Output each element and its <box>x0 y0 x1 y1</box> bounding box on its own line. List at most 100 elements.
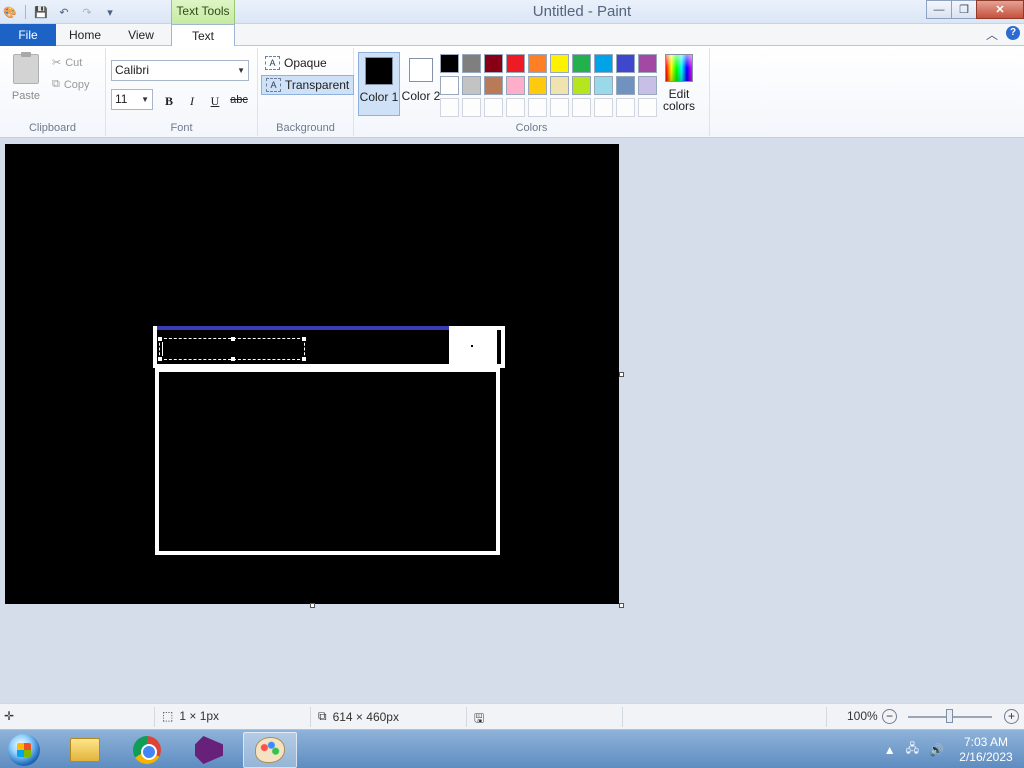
canvas-size: 614 × 460px <box>332 709 399 724</box>
transparent-button[interactable]: A Transparent <box>261 75 355 95</box>
palette-color-swatch[interactable] <box>440 54 459 73</box>
status-divider <box>310 707 311 727</box>
palette-custom-slot[interactable] <box>506 98 525 117</box>
restore-button[interactable]: ❐ <box>951 0 977 19</box>
resize-handle[interactable] <box>302 337 306 341</box>
palette-color-swatch[interactable] <box>484 76 503 95</box>
color1-button[interactable]: Color 1 <box>358 52 400 116</box>
tab-home[interactable]: Home <box>62 24 108 46</box>
palette-color-swatch[interactable] <box>572 54 591 73</box>
font-family-select[interactable]: Calibri ▼ <box>111 60 249 81</box>
palette-color-swatch[interactable] <box>572 76 591 95</box>
palette-custom-slot[interactable] <box>462 98 481 117</box>
taskbar-explorer[interactable] <box>58 732 112 768</box>
cut-button[interactable]: ✂ Cut <box>52 56 82 70</box>
clock[interactable]: 7:03 AM 2/16/2023 <box>954 735 1018 765</box>
font-size-select[interactable]: 11 ▼ <box>111 89 153 110</box>
resize-handle[interactable] <box>231 357 235 361</box>
chevron-down-icon: ▼ <box>237 66 245 75</box>
palette-color-swatch[interactable] <box>594 76 613 95</box>
chrome-icon <box>133 736 161 764</box>
font-size-value: 11 <box>115 92 128 106</box>
palette-custom-slot[interactable] <box>638 98 657 117</box>
paste-button[interactable]: Paste <box>8 52 44 102</box>
palette-custom-slot[interactable] <box>440 98 459 117</box>
edit-colors-button[interactable]: Edit colors <box>659 52 699 112</box>
group-font: Calibri ▼ 11 ▼ B I U abc Font <box>106 48 258 136</box>
show-hidden-icons-icon[interactable]: ▲ <box>884 743 896 757</box>
tab-file[interactable]: File <box>0 24 56 46</box>
status-bar: ✛ ⬚ 1 × 1px ⧉ 614 × 460px 🖫 100% − + <box>0 703 1024 729</box>
palette-color-swatch[interactable] <box>528 76 547 95</box>
palette-color-swatch[interactable] <box>506 54 525 73</box>
canvas-resize-handle-bottom[interactable] <box>310 603 315 608</box>
resize-handle[interactable] <box>158 357 162 361</box>
color1-swatch <box>365 57 393 85</box>
palette-color-swatch[interactable] <box>616 54 635 73</box>
resize-handle[interactable] <box>231 337 235 341</box>
strikethrough-button[interactable]: abc <box>228 94 250 106</box>
palette-color-swatch[interactable] <box>484 54 503 73</box>
palette-custom-slot[interactable] <box>484 98 503 117</box>
help-icon[interactable]: ? <box>1006 26 1020 40</box>
tab-view[interactable]: View <box>118 24 164 46</box>
volume-icon[interactable]: 🔊 <box>929 743 944 757</box>
bold-button[interactable]: B <box>161 94 177 109</box>
palette-color-swatch[interactable] <box>594 54 613 73</box>
ribbon: Paste ✂ Cut ⧉ Copy Clipboard Calibri ▼ 1… <box>0 46 1024 138</box>
palette-color-swatch[interactable] <box>528 54 547 73</box>
palette-color-swatch[interactable] <box>550 76 569 95</box>
edit-colors-label: Edit colors <box>662 87 695 113</box>
copy-icon: ⧉ <box>52 78 60 90</box>
group-clipboard: Paste ✂ Cut ⧉ Copy Clipboard <box>0 48 106 136</box>
palette-custom-slot[interactable] <box>572 98 591 117</box>
copy-label: Copy <box>63 78 90 91</box>
group-label-clipboard: Clipboard <box>28 122 77 134</box>
taskbar-paint[interactable] <box>243 732 297 768</box>
minimize-button[interactable]: — <box>926 0 952 19</box>
palette-color-swatch[interactable] <box>616 76 635 95</box>
group-colors: Color 1 Color 2 Edit colors Colors <box>354 48 710 136</box>
palette-color-swatch[interactable] <box>638 54 657 73</box>
folder-icon <box>70 738 100 762</box>
taskbar-visual-studio[interactable] <box>182 732 236 768</box>
palette-color-swatch[interactable] <box>506 76 525 95</box>
color1-label: Color 1 <box>359 90 399 104</box>
close-button[interactable]: ✕ <box>976 0 1024 19</box>
start-button[interactable] <box>4 732 44 768</box>
scissors-icon: ✂ <box>52 57 62 69</box>
opaque-button[interactable]: A Opaque <box>261 53 331 73</box>
palette-color-swatch[interactable] <box>440 76 459 95</box>
status-divider <box>466 707 467 727</box>
drawing-canvas[interactable] <box>5 144 619 604</box>
network-icon[interactable]: 🖧 <box>906 739 919 760</box>
palette-color-swatch[interactable] <box>638 76 657 95</box>
canvas-size-icon: ⧉ <box>318 709 327 723</box>
resize-handle[interactable] <box>158 337 162 341</box>
color2-button[interactable]: Color 2 <box>400 52 442 116</box>
zoom-out-button[interactable]: − <box>882 709 897 724</box>
resize-handle[interactable] <box>302 357 306 361</box>
zoom-slider-thumb[interactable] <box>946 709 953 723</box>
palette-color-swatch[interactable] <box>462 76 481 95</box>
minimize-ribbon-icon[interactable]: ︿ <box>986 26 998 43</box>
text-input-box[interactable] <box>158 337 306 361</box>
palette-color-swatch[interactable] <box>462 54 481 73</box>
palette-color-swatch[interactable] <box>550 54 569 73</box>
canvas-resize-handle-right[interactable] <box>619 372 624 377</box>
zoom-in-button[interactable]: + <box>1004 709 1019 724</box>
italic-button[interactable]: I <box>184 94 200 109</box>
ribbon-tabs: File Home View Text ︿ ? <box>0 24 1024 47</box>
palette-custom-slot[interactable] <box>594 98 613 117</box>
title-bar: 🎨 💾 ↶ ↷ ▾ Text Tools Untitled - Paint — … <box>0 0 1024 24</box>
palette-custom-slot[interactable] <box>528 98 547 117</box>
copy-button[interactable]: ⧉ Copy <box>52 78 90 91</box>
opaque-icon: A <box>265 56 280 70</box>
palette-custom-slot[interactable] <box>616 98 635 117</box>
underline-button[interactable]: U <box>207 94 223 109</box>
text-caret <box>162 342 163 356</box>
taskbar-chrome[interactable] <box>120 732 174 768</box>
canvas-resize-handle-corner[interactable] <box>619 603 624 608</box>
palette-custom-slot[interactable] <box>550 98 569 117</box>
tab-text[interactable]: Text <box>171 24 235 47</box>
